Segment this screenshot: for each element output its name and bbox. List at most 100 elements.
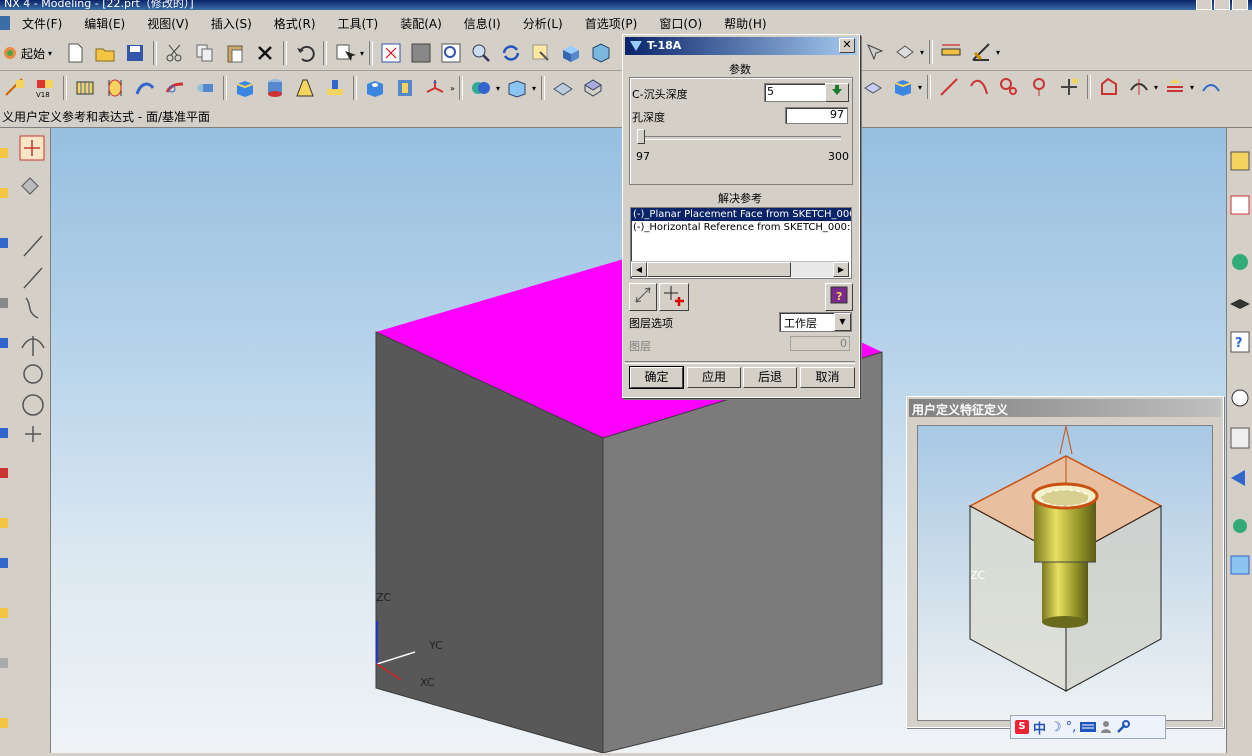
block-icon[interactable] (234, 77, 256, 99)
reverse-reference-button[interactable] (629, 283, 657, 311)
menu-edit[interactable]: 编辑(E) (72, 15, 135, 32)
depth-slider-thumb[interactable] (637, 129, 645, 144)
apply-button[interactable]: 应用 (687, 367, 741, 388)
point-icon[interactable] (1058, 76, 1080, 98)
history-icon[interactable] (1231, 389, 1249, 407)
new-file-icon[interactable] (64, 42, 86, 64)
start-button[interactable]: 起始 ▾ (2, 45, 54, 62)
offset-face-icon[interactable] (862, 76, 884, 98)
zoom-region-icon[interactable] (440, 42, 462, 64)
layer-visibility-icon[interactable] (894, 41, 916, 63)
tube-icon[interactable] (164, 77, 186, 99)
rotate-icon[interactable] (500, 42, 522, 64)
sweep-icon[interactable] (134, 77, 156, 99)
datum-csys-icon[interactable] (424, 77, 446, 99)
circle-tool-icon[interactable] (23, 364, 43, 384)
cylinder-icon[interactable] (264, 77, 286, 99)
revolve-icon[interactable] (104, 77, 126, 99)
section-curve-icon[interactable] (1164, 76, 1186, 98)
curve-tool-icon[interactable] (25, 297, 39, 319)
menu-view[interactable]: 视图(V) (135, 15, 199, 32)
minimize-button[interactable] (1196, 0, 1212, 10)
save-icon[interactable] (124, 42, 146, 64)
boss-icon[interactable] (324, 77, 346, 99)
ime-mode-toggle[interactable]: 中 (1033, 718, 1046, 737)
scroll-thumb[interactable] (647, 262, 791, 277)
layer-option-select[interactable]: 工作层 ▼ (779, 312, 852, 332)
keyboard-icon[interactable] (1080, 721, 1097, 733)
zoom-window-icon[interactable] (410, 42, 432, 64)
part-navigator-tab-icon[interactable] (1230, 195, 1250, 215)
web-browser-icon[interactable] (1232, 254, 1248, 270)
chevron-down-icon[interactable]: ▼ (834, 313, 851, 331)
paste-icon[interactable] (224, 42, 246, 64)
menu-preferences[interactable]: 首选项(P) (573, 15, 648, 32)
zoom-icon[interactable] (470, 42, 492, 64)
line-tool-icon[interactable] (23, 235, 43, 257)
dialog-title-bar[interactable]: T-18A ✕ (625, 37, 857, 55)
references-hscrollbar[interactable]: ◀ ▶ (631, 261, 849, 277)
v18-icon[interactable]: V18 (34, 77, 56, 99)
menu-assemblies[interactable]: 装配(A) (388, 15, 452, 32)
constraint-icon[interactable] (21, 177, 39, 195)
scroll-right-button[interactable]: ▶ (833, 262, 849, 277)
menu-insert[interactable]: 插入(S) (199, 15, 262, 32)
cancel-button[interactable]: 取消 (800, 367, 855, 388)
moon-icon[interactable]: ☽ (1050, 720, 1062, 735)
profile-tool-icon[interactable] (23, 267, 43, 289)
open-folder-icon[interactable] (94, 42, 116, 64)
fillet-tool-icon[interactable] (22, 394, 44, 416)
arc-icon[interactable] (968, 76, 990, 98)
pocket-icon[interactable] (394, 77, 416, 99)
scroll-left-button[interactable]: ◀ (631, 262, 647, 277)
expression-menu-button[interactable] (825, 83, 849, 102)
menu-information[interactable]: 信息(I) (452, 15, 511, 32)
cut-icon[interactable] (164, 42, 186, 64)
selection-icon[interactable] (864, 41, 886, 63)
fit-view-icon[interactable] (380, 42, 402, 64)
curve-analysis-icon[interactable] (1200, 76, 1222, 98)
spline-icon[interactable] (998, 76, 1020, 98)
dialog-close-button[interactable]: ✕ (839, 38, 855, 53)
unite-icon[interactable] (470, 77, 492, 99)
punctuation-icon[interactable]: °, (1066, 720, 1077, 735)
sketch-icon[interactable] (4, 77, 26, 99)
hole-icon[interactable] (364, 77, 386, 99)
arc-tool-icon[interactable] (21, 336, 45, 356)
reference-info-button[interactable]: ? (825, 283, 853, 311)
trim-body-icon[interactable] (552, 77, 574, 99)
menu-file[interactable]: 文件(F) (10, 15, 72, 32)
reference-item-placement[interactable]: (-)_Planar Placement Face from SKETCH_00… (631, 208, 851, 221)
ime-logo-icon[interactable]: S (1015, 720, 1029, 734)
delete-icon[interactable] (254, 42, 276, 64)
menu-window[interactable]: 窗口(O) (647, 15, 712, 32)
select-filter-icon[interactable] (334, 42, 357, 64)
user-icon[interactable] (1100, 720, 1112, 734)
sketch-curve-icon[interactable] (1098, 76, 1120, 98)
measure-distance-icon[interactable] (940, 41, 962, 63)
process-studio-icon[interactable] (1231, 470, 1245, 486)
body-icon[interactable] (892, 76, 914, 98)
wrench-icon[interactable] (1116, 720, 1131, 734)
assembly-navigator-icon[interactable] (1230, 151, 1250, 171)
ok-button[interactable]: 确定 (629, 366, 684, 389)
intersection-curve-icon[interactable] (1128, 76, 1150, 98)
menu-format[interactable]: 格式(R) (262, 15, 326, 32)
hole-depth-field[interactable]: 97 (785, 107, 848, 124)
line-icon[interactable] (938, 76, 960, 98)
extrude-icon[interactable] (74, 77, 96, 99)
menu-help[interactable]: 帮助(H) (712, 15, 776, 32)
cylinder-feature-icon[interactable] (194, 77, 216, 99)
training-icon[interactable] (1230, 299, 1250, 309)
close-window-button[interactable] (1232, 0, 1248, 10)
system-materials-icon[interactable] (1230, 427, 1250, 449)
roles-icon[interactable] (1233, 519, 1247, 533)
system-scenes-icon[interactable] (1230, 555, 1250, 575)
counterbore-depth-field[interactable]: 5 (764, 83, 826, 102)
circle-icon[interactable] (1028, 76, 1050, 98)
measure-angle-icon[interactable] (970, 41, 992, 63)
point-tool-icon[interactable] (25, 426, 41, 442)
app-menu-icon[interactable] (0, 16, 10, 30)
shaded-view-icon[interactable] (560, 42, 582, 64)
menu-tools[interactable]: 工具(T) (326, 15, 389, 32)
